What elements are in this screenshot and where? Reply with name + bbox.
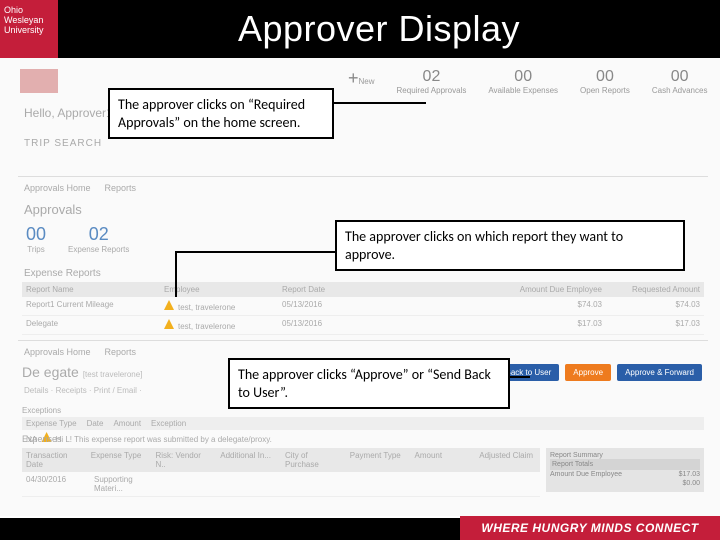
tab-approvals-home-2[interactable]: Approvals Home <box>24 347 91 357</box>
slide-title: Approver Display <box>38 8 720 50</box>
annotation-2: The approver clicks on which report they… <box>335 220 685 271</box>
annotation-3: The approver clicks “Approve” or “Send B… <box>228 358 510 409</box>
kpi-expense-reports[interactable]: 02Expense Reports <box>68 224 129 254</box>
approvals-tabs: Approvals Home Reports <box>18 176 708 199</box>
stat-open-reports[interactable]: 00Open Reports <box>580 68 630 95</box>
owu-small-logo <box>20 69 58 93</box>
slide-title-banner: Ohio Wesleyan University Approver Displa… <box>0 0 720 58</box>
expenses-heading: Expenses <box>22 434 62 444</box>
trip-search-label: TRIP SEARCH <box>24 138 102 149</box>
approvals-kpis: 00Trips 02Expense Reports <box>26 224 129 254</box>
stat-required-approvals[interactable]: 02Required Approvals <box>397 68 467 95</box>
table-row[interactable]: Delegate test, travelerone 05/13/2016 $1… <box>22 316 704 335</box>
home-stats-row: +New 02Required Approvals 00Available Ex… <box>348 68 707 95</box>
expense-reports-heading: Expense Reports <box>24 268 101 279</box>
expenses-table: Transaction DateExpense TypeRisk: Vendor… <box>22 448 540 497</box>
exceptions-section: Exceptions Expense Type Date Amount Exce… <box>22 404 704 446</box>
action-buttons: Send Back to User Approve Approve & Forw… <box>477 364 702 381</box>
warning-icon <box>164 319 174 329</box>
table-row[interactable]: 04/30/2016Supporting Materi... <box>22 472 540 497</box>
table-row[interactable]: Report1 Current Mileage test, traveleron… <box>22 297 704 316</box>
expense-reports-table: Report Name Employee Report Date Amount … <box>22 282 704 335</box>
footer-bar <box>0 518 460 540</box>
report-detail-links[interactable]: Details · Receipts · Print / Email · <box>24 386 142 395</box>
approve-forward-button[interactable]: Approve & Forward <box>617 364 702 381</box>
annotation-2-leader-h <box>175 251 335 253</box>
table-header: Report Name Employee Report Date Amount … <box>22 282 704 297</box>
greeting: Hello, Approver1 <box>24 106 113 120</box>
annotation-1-leader <box>326 102 426 104</box>
report-summary: Report Summary Report Totals Amount Due … <box>546 448 704 492</box>
annotation-1: The approver clicks on “Required Approva… <box>108 88 334 139</box>
report-title: De egate[test travelerone] <box>22 364 142 380</box>
approve-button[interactable]: Approve <box>565 364 611 381</box>
kpi-trips[interactable]: 00Trips <box>26 224 46 254</box>
approvals-heading: Approvals <box>24 202 82 217</box>
tab-reports[interactable]: Reports <box>105 183 137 193</box>
warning-icon <box>164 300 174 310</box>
tab-reports-2[interactable]: Reports <box>105 347 137 357</box>
stat-cash-advances[interactable]: 00Cash Advances <box>652 68 708 95</box>
stat-available-expenses[interactable]: 00Available Expenses <box>488 68 558 95</box>
slide-content: +New 02Required Approvals 00Available Ex… <box>0 58 720 516</box>
tab-approvals-home[interactable]: Approvals Home <box>24 183 91 193</box>
stat-new[interactable]: +New <box>348 68 375 95</box>
footer-tagline: WHERE HUNGRY MINDS CONNECT <box>460 516 720 540</box>
annotation-2-leader-v <box>175 251 177 297</box>
